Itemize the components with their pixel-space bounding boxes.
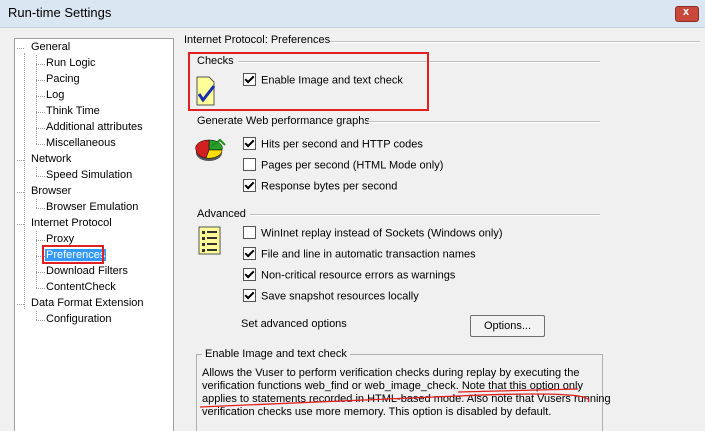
description-heading: Enable Image and text check [202,348,350,360]
tree-connector [24,53,25,309]
non-critical-errors-option[interactable]: Non-critical resource errors as warnings [243,268,456,282]
tree-connector [17,48,24,49]
graph-icon [194,136,226,164]
hits-per-second-label: Hits per second and HTTP codes [261,138,423,151]
save-snapshot-option[interactable]: Save snapshot resources locally [243,289,419,303]
selection-highlight-box [42,245,104,264]
tree-connector [36,64,45,65]
file-and-line-label: File and line in automatic transaction n… [261,248,476,261]
tree-connector [17,160,24,161]
settings-tree[interactable]: General Run Logic Pacing Log Think Time … [14,38,174,431]
tree-connector [36,288,45,289]
tree-item-contentcheck[interactable]: ContentCheck [46,281,116,294]
tree-item-log[interactable]: Log [46,89,64,102]
wininet-replay-label: WinInet replay instead of Sockets (Windo… [261,227,503,240]
tree-connector [36,112,45,113]
hits-per-second-checkbox[interactable] [243,137,256,150]
pages-per-second-checkbox[interactable] [243,158,256,171]
tree-item-download-filters[interactable]: Download Filters [46,265,128,278]
non-critical-errors-checkbox[interactable] [243,268,256,281]
close-icon: x [683,6,690,18]
advanced-icon [198,226,222,256]
tree-connector [36,272,45,273]
tree-item-pacing[interactable]: Pacing [46,73,80,86]
panel-title: Internet Protocol: Preferences [184,34,331,46]
tree-connector [17,304,24,305]
response-bytes-option[interactable]: Response bytes per second [243,179,398,193]
tree-item-browser-emulation[interactable]: Browser Emulation [46,201,138,214]
response-bytes-label: Response bytes per second [261,180,398,193]
tree-connector [36,55,37,144]
checks-highlight-box [188,52,429,111]
tree-item-speed-simulation[interactable]: Speed Simulation [46,169,132,182]
tree-connector [36,144,45,145]
wininet-replay-checkbox[interactable] [243,226,256,239]
tree-item-configuration[interactable]: Configuration [46,313,111,326]
hits-per-second-option[interactable]: Hits per second and HTTP codes [243,137,423,151]
save-snapshot-checkbox[interactable] [243,289,256,302]
file-and-line-option[interactable]: File and line in automatic transaction n… [243,247,476,261]
preferences-panel: Internet Protocol: Preferences Checks En… [180,34,705,431]
tree-connector [36,128,45,129]
annotation-underline [199,388,590,408]
pages-per-second-label: Pages per second (HTML Mode only) [261,159,444,172]
pages-per-second-option[interactable]: Pages per second (HTML Mode only) [243,158,444,172]
wininet-replay-option[interactable]: WinInet replay instead of Sockets (Windo… [243,226,503,240]
tree-connector [36,311,37,320]
tree-item-additional-attributes[interactable]: Additional attributes [46,121,143,134]
tree-connector [36,167,37,176]
non-critical-errors-label: Non-critical resource errors as warnings [261,269,456,282]
close-button[interactable]: x [675,6,699,22]
tree-item-internet-protocol[interactable]: Internet Protocol [31,217,112,230]
tree-connector [36,240,45,241]
tree-item-miscellaneous[interactable]: Miscellaneous [46,137,116,150]
file-and-line-checkbox[interactable] [243,247,256,260]
graphs-heading: Generate Web performance graphs [197,115,370,127]
tree-item-browser[interactable]: Browser [31,185,71,198]
set-advanced-options-label: Set advanced options [241,318,347,330]
tree-connector [36,208,45,209]
response-bytes-checkbox[interactable] [243,179,256,192]
tree-item-think-time[interactable]: Think Time [46,105,100,118]
options-button[interactable]: Options... [470,315,545,337]
tree-connector [17,224,24,225]
window-title: Run-time Settings [8,5,112,20]
save-snapshot-label: Save snapshot resources locally [261,290,419,303]
tree-item-run-logic[interactable]: Run Logic [46,57,96,70]
tree-item-general[interactable]: General [31,41,70,54]
tree-connector [36,199,37,208]
tree-item-network[interactable]: Network [31,153,71,166]
title-separator [330,41,700,43]
tree-connector [36,80,45,81]
advanced-heading: Advanced [197,208,246,220]
tree-connector [17,192,24,193]
tree-connector [36,96,45,97]
advanced-separator [250,214,600,216]
tree-connector [36,320,45,321]
graphs-separator [368,121,600,123]
tree-item-data-format-extension[interactable]: Data Format Extension [31,297,144,310]
title-bar: Run-time Settings x [0,0,705,28]
tree-connector [36,176,45,177]
